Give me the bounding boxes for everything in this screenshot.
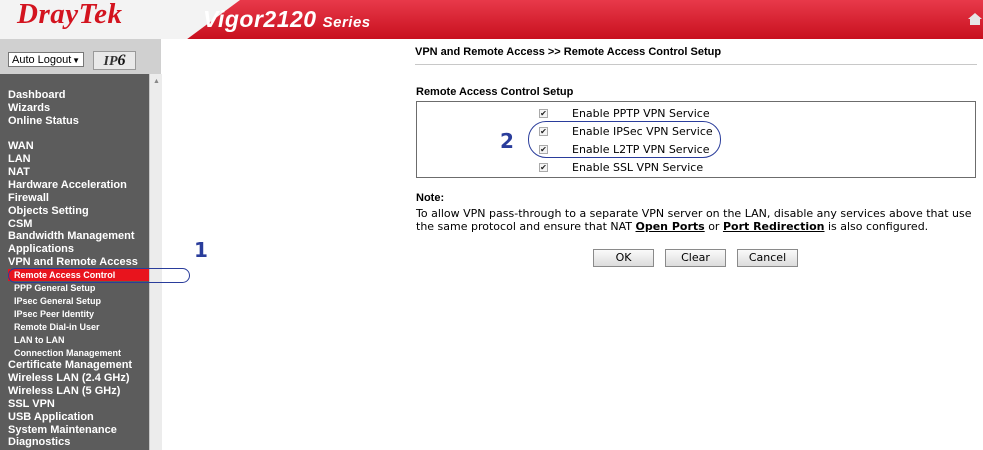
dropdown-arrow-icon: ▼: [72, 56, 80, 65]
menu-item-dashboard[interactable]: Dashboard: [8, 89, 65, 102]
ssl-label: Enable SSL VPN Service: [572, 161, 704, 174]
pptp-checkbox[interactable]: ✔: [539, 109, 548, 118]
series-label: Series: [322, 14, 371, 31]
header-bar: DrayTek Vigor2120 Series: [0, 0, 983, 39]
menu-item-applications[interactable]: Applications: [8, 243, 74, 256]
home-icon[interactable]: [967, 11, 983, 27]
menu-item-wireless-lan-24[interactable]: Wireless LAN (2.4 GHz): [8, 372, 130, 385]
title-divider: [415, 64, 977, 65]
menu-item-diagnostics[interactable]: Diagnostics: [8, 436, 70, 449]
submenu-item-ipsec-peer-identity[interactable]: IPsec Peer Identity: [14, 308, 94, 320]
submenu-item-lan-to-lan[interactable]: LAN to LAN: [14, 334, 65, 346]
submenu-item-ipsec-general-setup[interactable]: IPsec General Setup: [14, 295, 101, 307]
menu-item-certificate-management[interactable]: Certificate Management: [8, 359, 132, 372]
clear-button[interactable]: Clear: [665, 249, 726, 267]
annotation-number-2: 2: [500, 129, 514, 153]
menu-item-online-status[interactable]: Online Status: [8, 115, 79, 128]
menu-item-wireless-lan-5[interactable]: Wireless LAN (5 GHz): [8, 385, 120, 398]
menu-item-objects-setting[interactable]: Objects Setting: [8, 205, 89, 218]
annotation-number-1: 1: [194, 238, 208, 262]
menu-item-hardware-acceleration[interactable]: Hardware Acceleration: [8, 179, 127, 192]
open-ports-link[interactable]: Open Ports: [636, 220, 705, 233]
menu-item-firewall[interactable]: Firewall: [8, 192, 49, 205]
menu-item-bandwidth-management[interactable]: Bandwidth Management: [8, 230, 135, 243]
annotation-oval-1: [8, 268, 190, 283]
section-title: Remote Access Control Setup: [416, 86, 574, 98]
note-part-3: is also configured.: [824, 220, 929, 233]
note-text: To allow VPN pass-through to a separate …: [416, 207, 976, 233]
menu-item-usb-application[interactable]: USB Application: [8, 411, 94, 424]
ipv6-label: IP: [103, 54, 118, 69]
menu-item-lan[interactable]: LAN: [8, 153, 31, 166]
auto-logout-select[interactable]: Auto Logout ▼: [8, 52, 84, 67]
annotation-oval-2: [528, 121, 721, 158]
menu-item-nat[interactable]: NAT: [8, 166, 30, 179]
pptp-label: Enable PPTP VPN Service: [572, 107, 710, 120]
menu-item-wizards[interactable]: Wizards: [8, 102, 50, 115]
ipv6-button[interactable]: IP6: [93, 51, 136, 70]
sidebar: Auto Logout ▼ IP6 Dashboard Wizards Onli…: [0, 39, 162, 450]
submenu-item-ppp-general-setup[interactable]: PPP General Setup: [14, 282, 95, 294]
ssl-checkbox[interactable]: ✔: [539, 163, 548, 172]
model-label: Vigor2120: [203, 6, 317, 32]
port-redirection-link[interactable]: Port Redirection: [723, 220, 825, 233]
page-title: VPN and Remote Access >> Remote Access C…: [415, 46, 722, 58]
auto-logout-value: Auto Logout: [12, 54, 72, 66]
menu-item-ssl-vpn[interactable]: SSL VPN: [8, 398, 55, 411]
menu-item-wan[interactable]: WAN: [8, 140, 34, 153]
ipv6-suffix: 6: [117, 52, 126, 69]
scroll-up-icon[interactable]: ▲: [153, 78, 160, 85]
draytek-logo[interactable]: DrayTek: [17, 0, 123, 31]
sidebar-menu: Dashboard Wizards Online Status WAN LAN …: [0, 74, 149, 450]
note-part-2: or: [704, 220, 723, 233]
cancel-button[interactable]: Cancel: [737, 249, 798, 267]
note-title: Note:: [416, 192, 445, 204]
ok-button[interactable]: OK: [593, 249, 654, 267]
sidebar-scrollbar[interactable]: ▲: [149, 74, 162, 450]
submenu-item-remote-dial-in-user[interactable]: Remote Dial-in User: [14, 321, 100, 333]
model-name: Vigor2120 Series: [203, 6, 371, 33]
submenu-item-connection-management[interactable]: Connection Management: [14, 347, 121, 359]
